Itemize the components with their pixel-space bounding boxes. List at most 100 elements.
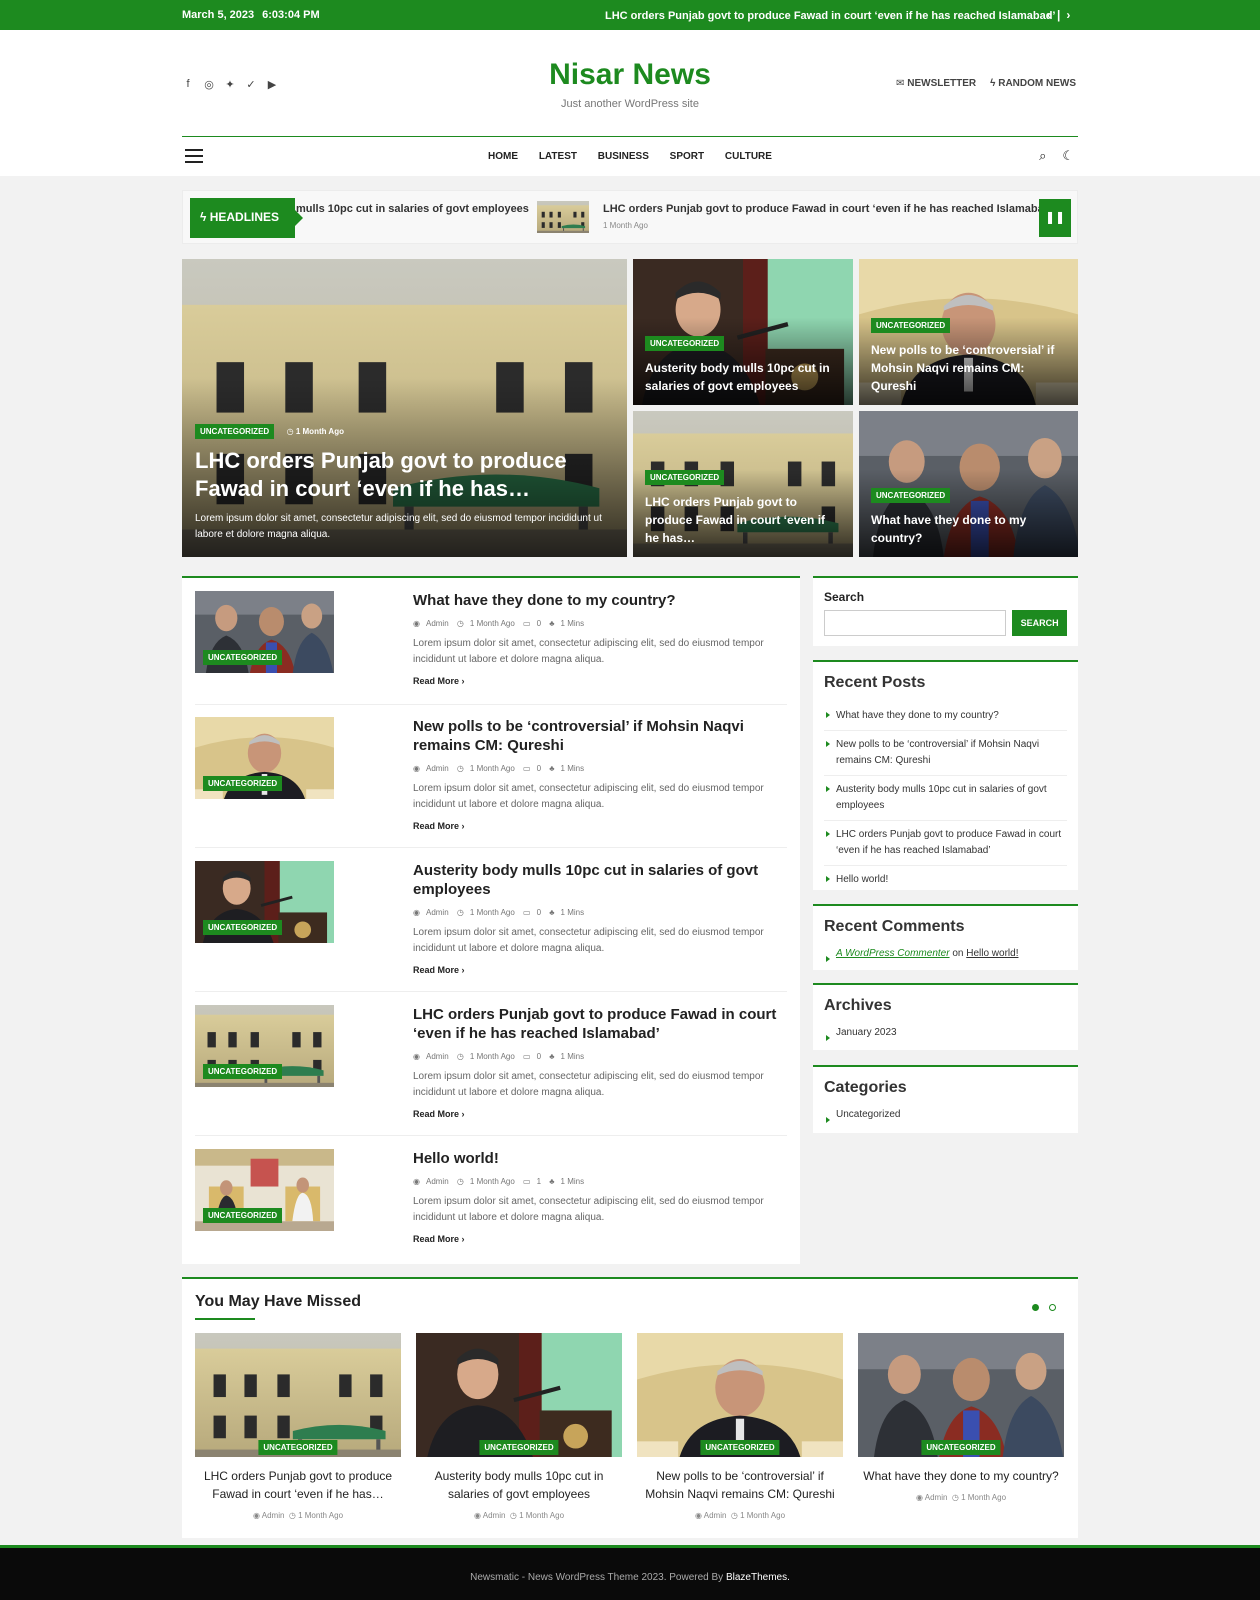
- nav-item-sport[interactable]: SPORT: [670, 151, 704, 162]
- nav-item-latest[interactable]: LATEST: [539, 151, 577, 162]
- dark-mode-moon-icon[interactable]: ☾: [1062, 148, 1074, 164]
- category-badge[interactable]: UNCATEGORIZED: [203, 776, 283, 791]
- hero-main-post[interactable]: UNCATEGORIZED ◷ 1 Month Ago LHC orders P…: [182, 259, 627, 557]
- post-author[interactable]: Admin: [426, 619, 449, 628]
- hero-main-title[interactable]: LHC orders Punjab govt to produce Fawad …: [195, 447, 607, 503]
- category-link[interactable]: Uncategorized: [824, 1107, 1067, 1129]
- chevron-right-icon: ›: [461, 1234, 465, 1244]
- category-badge[interactable]: UNCATEGORIZED: [479, 1440, 559, 1455]
- category-badge[interactable]: UNCATEGORIZED: [203, 650, 283, 665]
- missed-card-image[interactable]: UNCATEGORIZED: [416, 1333, 622, 1457]
- nav-item-culture[interactable]: CULTURE: [725, 151, 772, 162]
- comment-count[interactable]: 0: [537, 908, 541, 917]
- card-author[interactable]: Admin: [262, 1511, 285, 1520]
- comment-count[interactable]: 1: [537, 1177, 541, 1186]
- hero-tile-title[interactable]: New polls to be ‘controversial’ if Mohsi…: [871, 341, 1066, 395]
- carousel-dot[interactable]: [1049, 1304, 1056, 1311]
- top-ticker-link[interactable]: LHC orders Punjab govt to produce Fawad …: [605, 10, 1055, 22]
- hero-tile-title[interactable]: LHC orders Punjab govt to produce Fawad …: [645, 493, 841, 547]
- headline-thumbnail[interactable]: [537, 201, 589, 233]
- read-more-link[interactable]: Read More ›: [413, 676, 783, 686]
- hero-tile[interactable]: UNCATEGORIZED New polls to be ‘controver…: [859, 259, 1078, 405]
- headline-item[interactable]: LHC orders Punjab govt to produce Fawad …: [603, 203, 1053, 215]
- comment-count[interactable]: 0: [537, 1052, 541, 1061]
- ticker-prev-icon[interactable]: ‹: [1047, 8, 1051, 22]
- recent-post-link[interactable]: New polls to be ‘controversial’ if Mohsi…: [824, 731, 1067, 776]
- card-author[interactable]: Admin: [704, 1511, 727, 1520]
- post-thumbnail[interactable]: UNCATEGORIZED: [195, 1005, 334, 1087]
- footer-brand-link[interactable]: BlazeThemes.: [726, 1572, 790, 1583]
- headline-item[interactable]: mulls 10pc cut in salaries of govt emplo…: [296, 203, 529, 215]
- comment-count[interactable]: 0: [537, 764, 541, 773]
- post-title[interactable]: Hello world!: [413, 1149, 783, 1168]
- comment-count[interactable]: 0: [537, 619, 541, 628]
- category-badge[interactable]: UNCATEGORIZED: [921, 1440, 1001, 1455]
- read-more-link[interactable]: Read More ›: [413, 821, 783, 831]
- random-news-button[interactable]: ϟ RANDOM NEWS: [990, 78, 1076, 89]
- search-input[interactable]: [824, 610, 1007, 636]
- post-thumbnail[interactable]: UNCATEGORIZED: [195, 1149, 334, 1231]
- missed-card-title[interactable]: New polls to be ‘controversial’ if Mohsi…: [637, 1467, 843, 1503]
- ticker-next-icon[interactable]: ›: [1066, 8, 1070, 22]
- nav-item-home[interactable]: HOME: [488, 151, 518, 162]
- newsletter-button[interactable]: ✉ NEWSLETTER: [896, 78, 976, 89]
- recent-post-link[interactable]: What have they done to my country?: [824, 702, 1067, 731]
- comment-author-link[interactable]: A WordPress Commenter: [836, 948, 950, 959]
- missed-card-image[interactable]: UNCATEGORIZED: [858, 1333, 1064, 1457]
- missed-card-image[interactable]: UNCATEGORIZED: [195, 1333, 401, 1457]
- category-badge[interactable]: UNCATEGORIZED: [645, 336, 725, 351]
- post-thumbnail[interactable]: UNCATEGORIZED: [195, 591, 334, 673]
- missed-card-title[interactable]: What have they done to my country?: [858, 1467, 1064, 1485]
- post-thumbnail[interactable]: UNCATEGORIZED: [195, 717, 334, 799]
- read-more-link[interactable]: Read More ›: [413, 965, 783, 975]
- recent-post-link[interactable]: Austerity body mulls 10pc cut in salarie…: [824, 776, 1067, 821]
- recent-post-link[interactable]: Hello world!: [824, 866, 1067, 894]
- category-badge[interactable]: UNCATEGORIZED: [203, 1208, 283, 1223]
- recent-post-link[interactable]: LHC orders Punjab govt to produce Fawad …: [824, 821, 1067, 866]
- read-more-link[interactable]: Read More ›: [413, 1109, 783, 1119]
- post-author[interactable]: Admin: [426, 764, 449, 773]
- category-badge[interactable]: UNCATEGORIZED: [871, 318, 951, 333]
- category-badge[interactable]: UNCATEGORIZED: [700, 1440, 780, 1455]
- hero-tile[interactable]: UNCATEGORIZED What have they done to my …: [859, 411, 1078, 557]
- category-badge[interactable]: UNCATEGORIZED: [258, 1440, 338, 1455]
- post-title[interactable]: New polls to be ‘controversial’ if Mohsi…: [413, 717, 783, 755]
- hero-tile-title[interactable]: Austerity body mulls 10pc cut in salarie…: [645, 359, 841, 395]
- carousel-dot-active[interactable]: [1032, 1304, 1039, 1311]
- comment-post-link[interactable]: Hello world!: [966, 948, 1018, 959]
- missed-card-title[interactable]: Austerity body mulls 10pc cut in salarie…: [416, 1467, 622, 1503]
- post-list: UNCATEGORIZED What have they done to my …: [182, 576, 800, 1264]
- widget-title: Archives: [824, 997, 892, 1014]
- post-author[interactable]: Admin: [426, 1177, 449, 1186]
- post-thumbnail[interactable]: UNCATEGORIZED: [195, 861, 334, 943]
- missed-card-image[interactable]: UNCATEGORIZED: [637, 1333, 843, 1457]
- archive-link[interactable]: January 2023: [824, 1025, 1067, 1047]
- hero-tile[interactable]: UNCATEGORIZED Austerity body mulls 10pc …: [633, 259, 853, 405]
- post-title[interactable]: What have they done to my country?: [413, 591, 783, 610]
- clock-icon: ◷: [951, 1493, 962, 1502]
- search-button[interactable]: SEARCH: [1012, 610, 1067, 636]
- nav-item-business[interactable]: BUSINESS: [598, 151, 649, 162]
- card-author[interactable]: Admin: [483, 1511, 506, 1520]
- hero-tile[interactable]: UNCATEGORIZED LHC orders Punjab govt to …: [633, 411, 853, 557]
- hero-tile-title[interactable]: What have they done to my country?: [871, 511, 1066, 547]
- current-time: 6:03:04 PM: [262, 9, 320, 21]
- nav-menu: HOME LATEST BUSINESS SPORT CULTURE: [182, 151, 1078, 162]
- post-excerpt: Lorem ipsum dolor sit amet, consectetur …: [413, 638, 764, 665]
- category-badge[interactable]: UNCATEGORIZED: [195, 424, 275, 439]
- read-more-link[interactable]: Read More ›: [413, 1234, 783, 1244]
- category-badge[interactable]: UNCATEGORIZED: [645, 470, 725, 485]
- pause-icon[interactable]: ❚❚: [1039, 199, 1071, 237]
- category-badge[interactable]: UNCATEGORIZED: [203, 920, 283, 935]
- category-badge[interactable]: UNCATEGORIZED: [203, 1064, 283, 1079]
- post-title[interactable]: LHC orders Punjab govt to produce Fawad …: [413, 1005, 783, 1043]
- post-title[interactable]: Austerity body mulls 10pc cut in salarie…: [413, 861, 783, 899]
- missed-card-title[interactable]: LHC orders Punjab govt to produce Fawad …: [195, 1467, 401, 1503]
- search-icon[interactable]: ⌕: [1039, 148, 1046, 164]
- clock-icon: ◷: [456, 1177, 464, 1186]
- card-image: [858, 1333, 1064, 1457]
- category-badge[interactable]: UNCATEGORIZED: [871, 488, 951, 503]
- post-author[interactable]: Admin: [426, 908, 449, 917]
- card-author[interactable]: Admin: [925, 1493, 948, 1502]
- post-author[interactable]: Admin: [426, 1052, 449, 1061]
